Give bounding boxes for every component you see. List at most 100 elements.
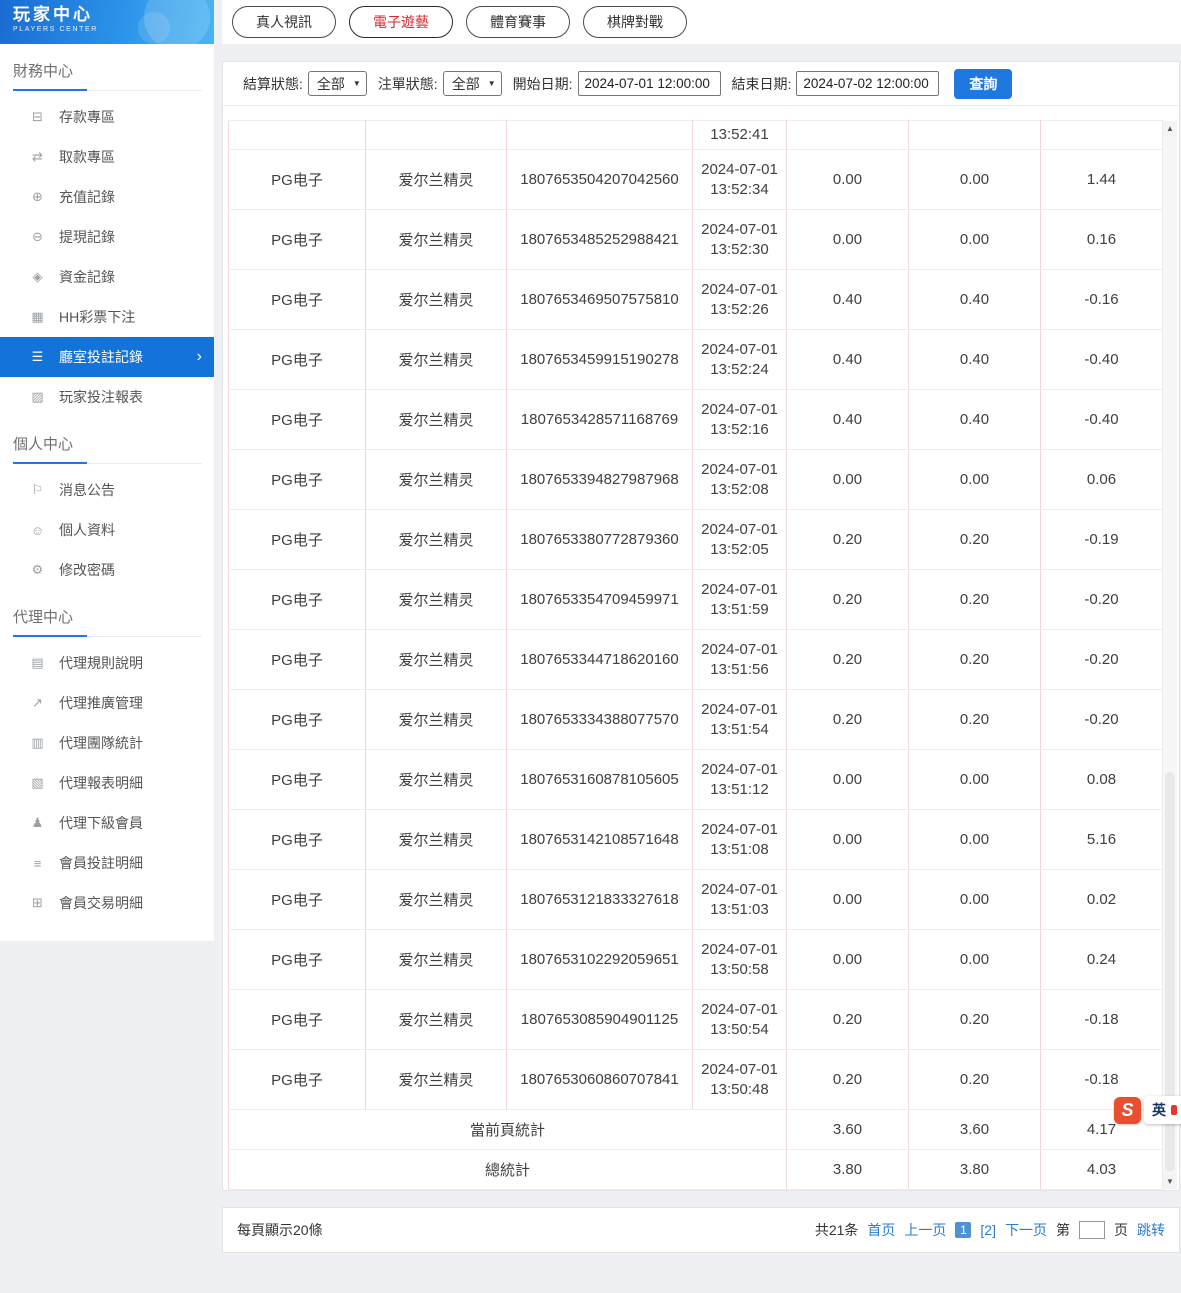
scroll-down-arrow-icon[interactable] xyxy=(1163,1174,1177,1189)
sidebar-item-funds[interactable]: ◈ 資金記錄 xyxy=(0,257,214,297)
tab-sports[interactable]: 體育賽事 xyxy=(466,6,570,38)
sidebar-item-bet-records[interactable]: ☰ 廳室投註記錄 xyxy=(0,337,214,377)
time-cell: 2024-07-0113:50:48 xyxy=(693,1050,787,1110)
ime-language-label: 英 xyxy=(1152,1100,1166,1120)
order-no-cell: 1807653380772879360 xyxy=(507,510,693,570)
platform-cell: PG电子 xyxy=(229,570,366,630)
profit-cell: 0.16 xyxy=(1041,210,1163,270)
profit-cell: 0.02 xyxy=(1041,870,1163,930)
profit-cell: -0.18 xyxy=(1041,990,1163,1050)
page-2-link[interactable]: [2] xyxy=(980,1222,996,1238)
bet-amount-cell: 0.00 xyxy=(787,750,909,810)
profit-cell: -0.19 xyxy=(1041,510,1163,570)
page-jump-input[interactable] xyxy=(1079,1221,1105,1239)
end-date-input[interactable] xyxy=(796,71,939,96)
game-cell: 爱尔兰精灵 xyxy=(366,150,507,210)
sidebar-item-share[interactable]: ↗ 代理推廣管理 xyxy=(0,683,214,723)
sidebar-item-doc[interactable]: ▤ 代理規則說明 xyxy=(0,643,214,683)
sidebar-item-recharge[interactable]: ⊕ 充值記錄 xyxy=(0,177,214,217)
sidebar-section: 財務中心 ⊟ 存款專區 ⇄ 取款專區 ⊕ 充值記錄 ⊖ 提現記錄 ◈ 資金記錄 … xyxy=(0,60,214,417)
jump-button[interactable]: 跳转 xyxy=(1137,1220,1165,1240)
table-row: PG电子 爱尔兰精灵 1807653121833327618 2024-07-0… xyxy=(229,870,1163,930)
sidebar-item-members[interactable]: ♟ 代理下級會員 xyxy=(0,803,214,843)
report-detail-icon: ▧ xyxy=(29,775,46,791)
ime-logo-icon[interactable]: S xyxy=(1114,1097,1141,1124)
ime-language-pill[interactable]: 英 xyxy=(1144,1096,1181,1124)
bet-amount-cell: 0.00 xyxy=(787,210,909,270)
sidebar-item-user[interactable]: ☺ 個人資料 xyxy=(0,510,214,550)
game-cell: 爱尔兰精灵 xyxy=(366,390,507,450)
table-row: PG电子 爱尔兰精灵 1807653060860707841 2024-07-0… xyxy=(229,1050,1163,1110)
transactions-icon: ⊞ xyxy=(29,895,46,911)
profit-cell: -0.20 xyxy=(1041,570,1163,630)
chevron-down-icon xyxy=(488,79,496,88)
bet-amount-cell: 3.60 xyxy=(787,1110,909,1150)
sidebar-item-report-detail[interactable]: ▧ 代理報表明細 xyxy=(0,763,214,803)
prev-page-link[interactable]: 上一页 xyxy=(904,1220,946,1240)
valid-bet-cell: 0.20 xyxy=(909,1050,1041,1110)
sidebar-item-withdraw[interactable]: ⇄ 取款專區 xyxy=(0,137,214,177)
current-page-badge[interactable]: 1 xyxy=(955,1222,971,1238)
platform-cell: PG电子 xyxy=(229,990,366,1050)
jump-suffix-label: 页 xyxy=(1114,1220,1128,1240)
bet-amount-cell: 0.20 xyxy=(787,630,909,690)
sidebar-item-member-bets[interactable]: ≡ 會員投註明細 xyxy=(0,843,214,883)
order-status-select[interactable]: 全部 xyxy=(443,71,502,96)
bet-amount-cell: 0.40 xyxy=(787,330,909,390)
sidebar-item-cashout[interactable]: ⊖ 提現記錄 xyxy=(0,217,214,257)
summary-row: 當前頁統計 3.60 3.60 4.17 xyxy=(229,1110,1163,1150)
table-zone: 13:52:41 PG电子 爱尔兰精灵 1807653504207042560 … xyxy=(223,106,1179,1190)
start-date-input[interactable] xyxy=(578,71,721,96)
time-cell: 2024-07-0113:52:08 xyxy=(693,450,787,510)
chevron-down-icon xyxy=(353,79,361,88)
valid-bet-cell: 0.20 xyxy=(909,990,1041,1050)
next-page-link[interactable]: 下一页 xyxy=(1005,1220,1047,1240)
platform-cell: PG电子 xyxy=(229,630,366,690)
time-cell: 2024-07-0113:51:56 xyxy=(693,630,787,690)
time-cell: 2024-07-0113:52:24 xyxy=(693,330,787,390)
sidebar-item-lottery[interactable]: ▦ HH彩票下注 xyxy=(0,297,214,337)
bet-amount-cell: 0.40 xyxy=(787,390,909,450)
search-button[interactable]: 查詢 xyxy=(954,69,1012,99)
bet-amount-cell xyxy=(787,121,909,150)
tab-live-video[interactable]: 真人視訊 xyxy=(232,6,336,38)
profit-cell: 5.16 xyxy=(1041,810,1163,870)
sidebar-item-report[interactable]: ▨ 玩家投注報表 xyxy=(0,377,214,417)
ime-widget[interactable]: S 英 xyxy=(1114,1096,1181,1124)
game-cell: 爱尔兰精灵 xyxy=(366,690,507,750)
sidebar-item-bell[interactable]: ⚐ 消息公告 xyxy=(0,470,214,510)
valid-bet-cell: 0.40 xyxy=(909,270,1041,330)
valid-bet-cell: 0.20 xyxy=(909,570,1041,630)
sidebar: 玩家中心 PLAYERS CENTER 財務中心 ⊟ 存款專區 ⇄ 取款專區 ⊕… xyxy=(0,0,214,1293)
pagination-controls: 共21条 首页 上一页 1 [2] 下一页 第 页 跳转 xyxy=(815,1220,1165,1240)
scroll-up-arrow-icon[interactable] xyxy=(1163,121,1177,136)
table-row: PG电子 爱尔兰精灵 1807653142108571648 2024-07-0… xyxy=(229,810,1163,870)
platform-cell: PG电子 xyxy=(229,450,366,510)
ime-mode-icon xyxy=(1171,1105,1177,1115)
tab-board-games[interactable]: 棋牌對戰 xyxy=(583,6,687,38)
order-no-cell: 1807653394827987968 xyxy=(507,450,693,510)
sidebar-section: 個人中心 ⚐ 消息公告 ☺ 個人資料 ⚙ 修改密碼 xyxy=(0,433,214,590)
sidebar-item-team-stats[interactable]: ▥ 代理團隊統計 xyxy=(0,723,214,763)
funds-icon: ◈ xyxy=(29,269,46,285)
time-cell: 2024-07-0113:50:58 xyxy=(693,930,787,990)
sidebar-item-deposit[interactable]: ⊟ 存款專區 xyxy=(0,97,214,137)
first-page-link[interactable]: 首页 xyxy=(867,1220,895,1240)
settle-status-select[interactable]: 全部 xyxy=(308,71,367,96)
platform-cell: PG电子 xyxy=(229,1050,366,1110)
summary-label-cell: 當前頁統計 xyxy=(229,1110,787,1150)
sidebar-item-gear[interactable]: ⚙ 修改密碼 xyxy=(0,550,214,590)
vertical-scrollbar[interactable] xyxy=(1162,121,1177,1189)
game-cell: 爱尔兰精灵 xyxy=(366,330,507,390)
profit-cell: 4.03 xyxy=(1041,1150,1163,1190)
order-no-cell: 1807653121833327618 xyxy=(507,870,693,930)
profit-cell: -0.40 xyxy=(1041,390,1163,450)
sidebar-item-transactions[interactable]: ⊞ 會員交易明細 xyxy=(0,883,214,923)
platform-cell: PG电子 xyxy=(229,270,366,330)
deposit-icon: ⊟ xyxy=(29,109,46,125)
category-tab-bar: 真人視訊 電子遊藝 體育賽事 棋牌對戰 xyxy=(222,0,1181,44)
valid-bet-cell: 3.60 xyxy=(909,1110,1041,1150)
time-cell: 2024-07-0113:51:54 xyxy=(693,690,787,750)
tab-electronic-games[interactable]: 電子遊藝 xyxy=(349,6,453,38)
team-stats-icon: ▥ xyxy=(29,735,46,751)
